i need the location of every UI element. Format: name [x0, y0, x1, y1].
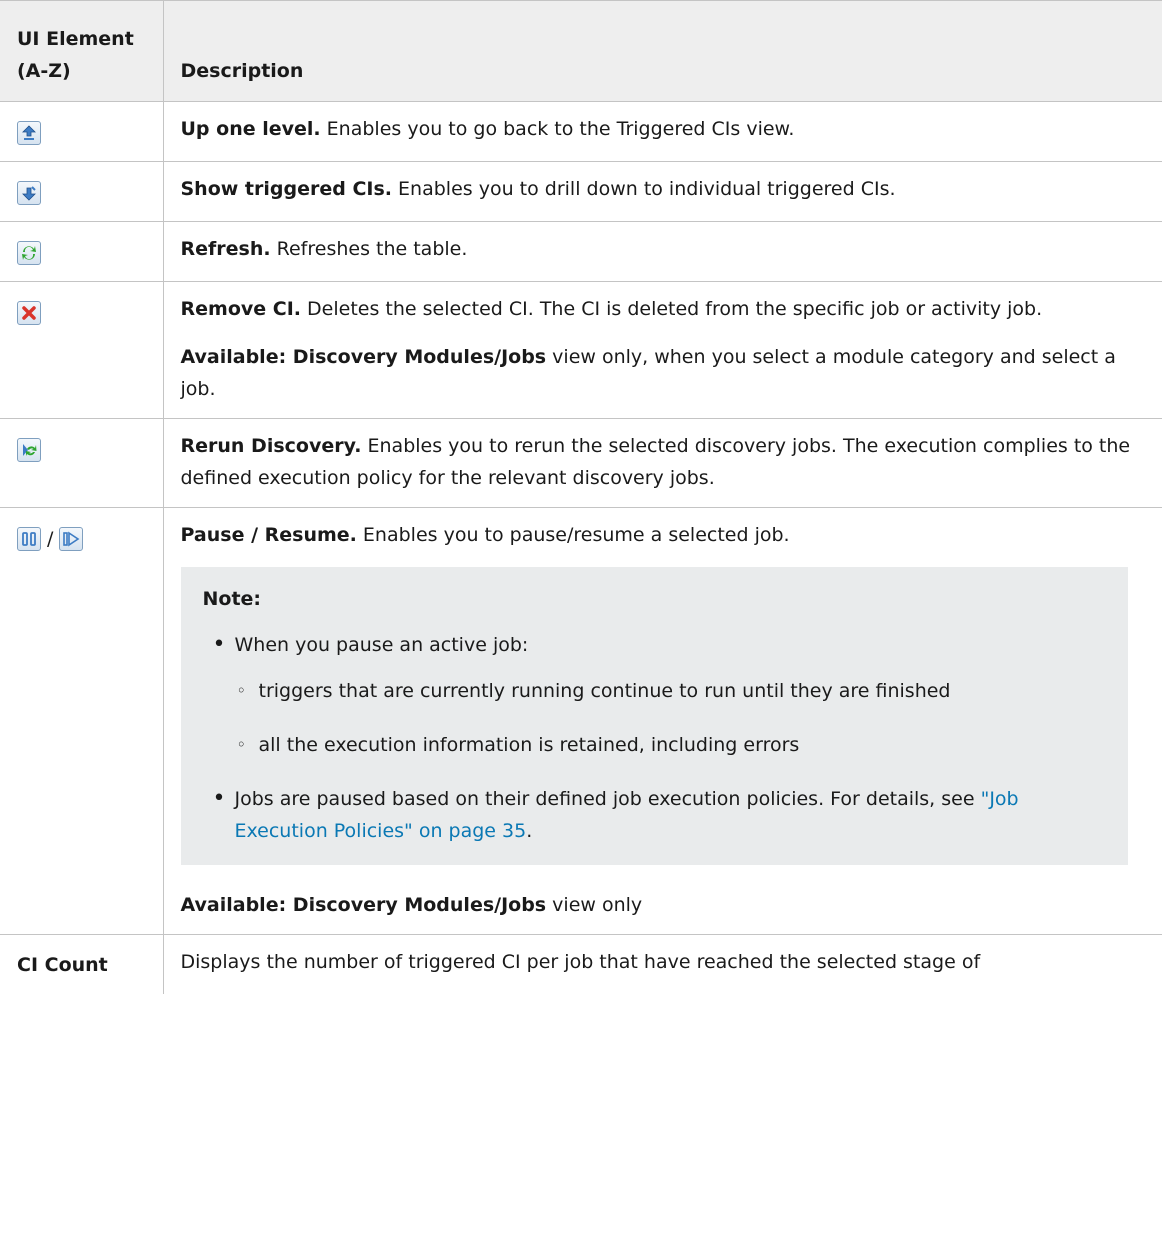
pause-icon — [17, 526, 41, 551]
note-box: Note: When you pause an active job: trig… — [180, 567, 1128, 865]
table-header-row: UI Element (A-Z) Description — [0, 0, 1162, 102]
table-row: Remove CI. Deletes the selected CI. The … — [0, 281, 1162, 419]
note-list: When you pause an active job: triggers t… — [203, 629, 1110, 847]
ui-element-cell — [0, 281, 164, 419]
row-title: Up one level. — [180, 118, 321, 140]
row-title: Rerun Discovery. — [180, 435, 362, 457]
header-description: Description — [163, 0, 1162, 102]
row-text: Deletes the selected CI. The CI is delet… — [301, 298, 1043, 320]
row-title: Show triggered CIs. — [180, 178, 393, 200]
available-label: Available: Discovery Modules/Jobs — [180, 894, 547, 916]
row-title: Pause / Resume. — [180, 524, 357, 546]
table-row: Rerun Discovery. Enables you to rerun th… — [0, 418, 1162, 508]
row-text: Enables you to go back to the Triggered … — [320, 118, 795, 140]
ui-elements-table: UI Element (A-Z) Description Up one leve… — [0, 0, 1162, 994]
row-text: Refreshes the table. — [270, 238, 468, 260]
note-bullet-text: When you pause an active job: — [234, 634, 529, 656]
row-text: Displays the number of triggered CI per … — [180, 951, 981, 973]
remove-ci-icon — [17, 300, 41, 325]
available-label: Available: Discovery Modules/Jobs — [180, 346, 547, 368]
ui-element-cell: CI Count — [0, 934, 164, 994]
description-cell: Pause / Resume. Enables you to pause/res… — [163, 507, 1162, 935]
table-row: Show triggered CIs. Enables you to drill… — [0, 161, 1162, 222]
note-title: Note: — [202, 588, 262, 610]
refresh-icon — [17, 240, 41, 265]
resume-icon — [59, 526, 84, 551]
list-item: Jobs are paused based on their defined j… — [213, 783, 1110, 847]
list-item: When you pause an active job: triggers t… — [213, 629, 1110, 761]
ui-element-cell — [0, 161, 164, 222]
ui-element-cell — [0, 221, 164, 282]
ui-element-cell — [0, 418, 164, 508]
note-sublist: triggers that are currently running cont… — [235, 675, 1110, 761]
list-item: all the execution information is retaine… — [237, 729, 1110, 761]
available-text: view only — [546, 894, 643, 916]
description-cell: Up one level. Enables you to go back to … — [163, 101, 1162, 162]
icon-separator: / — [47, 527, 54, 550]
link-suffix: . — [526, 820, 533, 842]
description-cell: Remove CI. Deletes the selected CI. The … — [163, 281, 1162, 419]
table-row: Up one level. Enables you to go back to … — [0, 101, 1162, 162]
ui-elements-table-container: UI Element (A-Z) Description Up one leve… — [0, 0, 1162, 994]
description-cell: Displays the number of triggered CI per … — [163, 935, 1162, 995]
list-item: triggers that are currently running cont… — [237, 675, 1110, 707]
table-row: Refresh. Refreshes the table. — [0, 221, 1162, 282]
header-ui-element: UI Element (A-Z) — [0, 0, 164, 102]
row-title: Refresh. — [180, 238, 271, 260]
row-label: CI Count — [17, 954, 108, 976]
row-text: Enables you to drill down to individual … — [392, 178, 896, 200]
row-text: Enables you to pause/resume a selected j… — [356, 524, 790, 546]
show-triggered-cis-icon — [17, 180, 41, 205]
up-one-level-icon — [17, 120, 41, 145]
note-bullet-text: Jobs are paused based on their defined j… — [234, 788, 981, 810]
rerun-discovery-icon — [17, 437, 41, 462]
table-row: / Pause / Resume. Enables you to pause/r… — [0, 507, 1162, 935]
table-row: CI Count Displays the number of triggere… — [0, 934, 1162, 995]
ui-element-cell — [0, 101, 164, 162]
description-cell: Show triggered CIs. Enables you to drill… — [163, 161, 1162, 222]
row-title: Remove CI. — [180, 298, 302, 320]
ui-element-cell: / — [0, 507, 164, 935]
description-cell: Rerun Discovery. Enables you to rerun th… — [163, 418, 1162, 508]
description-cell: Refresh. Refreshes the table. — [163, 221, 1162, 282]
